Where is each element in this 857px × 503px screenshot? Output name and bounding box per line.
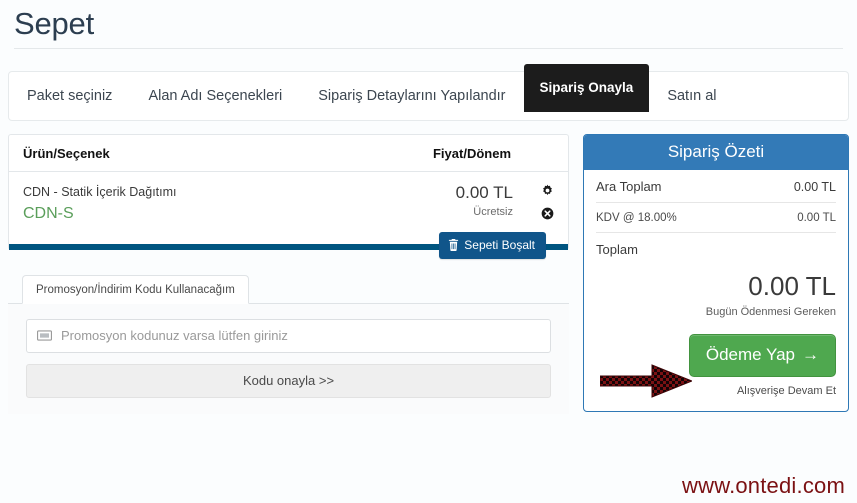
tab-siparis-onayla[interactable]: Sipariş Onayla: [523, 63, 650, 112]
summary-row-value: 0.00 TL: [797, 211, 836, 224]
column-header-product: Ürün/Seçenek: [9, 134, 334, 172]
column-header-actions: [527, 134, 568, 172]
order-summary-column: Sipariş Özeti Ara Toplam 0.00 TL KDV @ 1…: [583, 133, 849, 412]
promo-input-wrapper[interactable]: Promosyon kodunuz varsa lütfen giriniz: [26, 318, 551, 353]
total-caption: Bugün Ödenmesi Gereken: [705, 305, 836, 318]
cart-table: Ürün/Seçenek Fiyat/Dönem CDN - Statik İç…: [9, 134, 568, 244]
empty-cart-button[interactable]: Sepeti Boşalt: [439, 231, 546, 259]
tab-siparis-detaylarini-yapilandir[interactable]: Sipariş Detaylarını Yapılandır: [300, 72, 523, 120]
pay-button-row: Ödeme Yap →: [596, 320, 836, 377]
pay-button[interactable]: Ödeme Yap →: [688, 333, 836, 377]
summary-row-total: Toplam: [596, 233, 836, 259]
order-summary-title: Sipariş Özeti: [584, 134, 848, 170]
cart-column: Ürün/Seçenek Fiyat/Dönem CDN - Statik İç…: [8, 133, 569, 414]
cart-item-price: 0.00 TL: [455, 182, 513, 202]
total-amount: 0.00 TL: [748, 270, 836, 301]
main-content: Ürün/Seçenek Fiyat/Dönem CDN - Statik İç…: [8, 133, 849, 414]
tab-paket-seciniz[interactable]: Paket seçiniz: [9, 72, 130, 120]
page-title: Sepet: [14, 6, 95, 41]
cart-item-option: CDN-S: [23, 204, 74, 222]
tab-alan-adi-secenekleri[interactable]: Alan Adı Seçenekleri: [130, 72, 300, 120]
cart-table-header-row: Ürün/Seçenek Fiyat/Dönem: [9, 134, 568, 172]
summary-row-label: KDV @ 18.00%: [596, 211, 677, 224]
cart-item-price-note: Ücretsiz: [473, 206, 513, 219]
pay-button-label: Ödeme Yap: [705, 344, 795, 364]
watermark: www.ontedi.com: [682, 473, 845, 498]
trash-icon: [448, 238, 459, 251]
order-summary-body: Ara Toplam 0.00 TL KDV @ 18.00% 0.00 TL …: [584, 170, 848, 411]
summary-row-tax: KDV @ 18.00% 0.00 TL: [596, 203, 836, 233]
remove-circle-icon[interactable]: [541, 207, 554, 222]
promo-code-input[interactable]: Promosyon kodunuz varsa lütfen giriniz: [61, 328, 288, 343]
continue-shopping-link[interactable]: Alışverişe Devam Et: [596, 377, 836, 411]
promo-body: Promosyon kodunuz varsa lütfen giriniz K…: [8, 302, 569, 414]
total-block: 0.00 TL Bugün Ödenmesi Gereken: [596, 259, 836, 320]
cart-item-product-cell: CDN - Statik İçerik Dağıtımı CDN-S: [9, 171, 334, 244]
empty-cart-button-label: Sepeti Boşalt: [464, 237, 535, 252]
order-summary-panel: Sipariş Özeti Ara Toplam 0.00 TL KDV @ 1…: [583, 133, 849, 412]
summary-row-subtotal: Ara Toplam 0.00 TL: [596, 170, 836, 203]
summary-row-value: 0.00 TL: [793, 179, 836, 194]
summary-row-label: Ara Toplam: [596, 178, 662, 194]
title-divider: [14, 47, 843, 49]
gear-icon[interactable]: [541, 184, 554, 199]
ticket-icon: [37, 330, 52, 341]
promo-confirm-button[interactable]: Kodu onayla >>: [26, 363, 551, 398]
column-header-price: Fiyat/Dönem: [333, 134, 527, 172]
page-header: Sepet: [0, 0, 857, 49]
cart-item-name: CDN - Statik İçerik Dağıtımı: [23, 184, 177, 199]
summary-row-label: Toplam: [596, 241, 638, 257]
tab-satin-al[interactable]: Satın al: [649, 72, 734, 120]
promo-section: Promosyon/İndirim Kodu Kullanacağım Prom…: [8, 274, 569, 414]
checkout-steps-tabs: Paket seçiniz Alan Adı Seçenekleri Sipar…: [8, 63, 849, 121]
arrow-right-icon: →: [802, 344, 819, 364]
promo-tab[interactable]: Promosyon/İndirim Kodu Kullanacağım: [22, 274, 249, 304]
